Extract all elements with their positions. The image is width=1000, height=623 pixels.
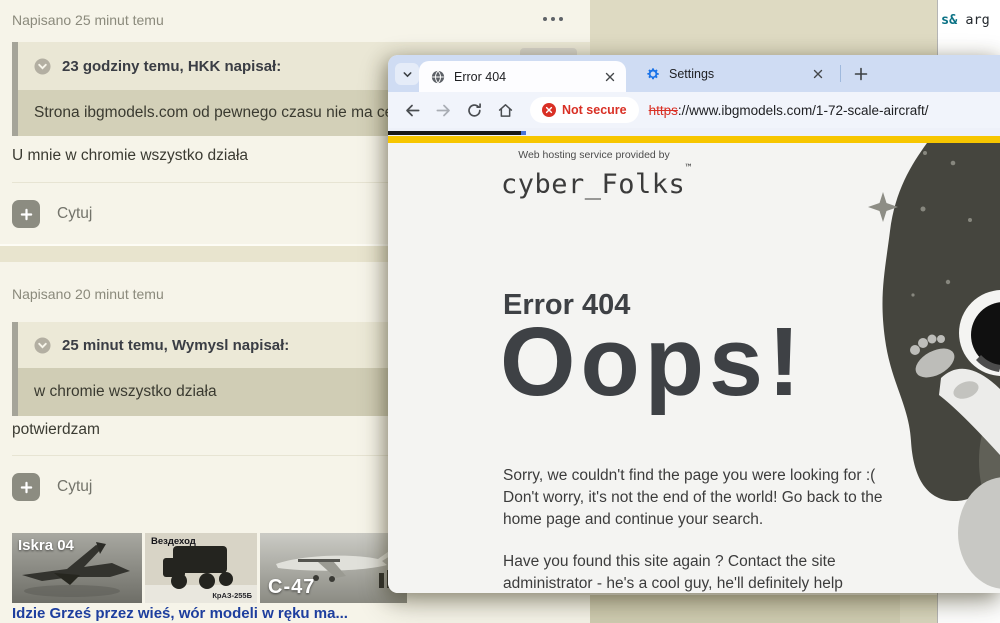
gallery-image-truck[interactable]: Вездеход КрАЗ-255Б — [145, 533, 257, 603]
plus-icon — [12, 473, 40, 501]
plus-icon — [12, 200, 40, 228]
brand-name: cyber_Folks — [501, 169, 685, 200]
quote-post-button[interactable]: Cytuj — [12, 200, 92, 228]
background-content-block — [590, 595, 900, 623]
quote-attribution: 23 godziny temu, HKK napisał: — [62, 58, 281, 75]
reload-button[interactable] — [461, 97, 487, 123]
tab-close-icon[interactable] — [809, 65, 826, 82]
post-timestamp: Napisano 25 minut temu — [12, 12, 164, 28]
brand-color-bar — [388, 136, 1000, 143]
tab-settings[interactable]: Settings — [634, 55, 834, 92]
quote-collapse-icon[interactable] — [34, 337, 51, 354]
error-paragraph: Have you found this site again ? Contact… — [503, 551, 895, 593]
post-reply-text: potwierdzam — [12, 421, 100, 439]
chevron-down-icon — [402, 69, 413, 80]
back-button[interactable] — [399, 97, 425, 123]
tab-error-404[interactable]: Error 404 — [419, 61, 626, 92]
quote-button-label: Cytuj — [57, 205, 92, 223]
cyberfolks-logo: cyber_Folks™ — [501, 163, 691, 200]
toolbar-substrip — [388, 128, 1000, 136]
new-tab-button[interactable] — [849, 62, 872, 85]
quote-text: w chromie wszystko działa — [34, 383, 217, 401]
signature-gallery: Iskra 04 Вездеход КрАЗ-255Б — [12, 533, 407, 603]
url-text[interactable]: https://www.ibgmodels.com/1-72-scale-air… — [649, 103, 929, 118]
globe-icon — [431, 70, 445, 84]
code-token: s& — [941, 12, 957, 28]
progress-bar-dark — [388, 131, 521, 135]
signature-topic-link[interactable]: Idzie Grześ przez wieś, wór modeli w ręk… — [12, 605, 348, 622]
post-timestamp: Napisano 20 minut temu — [12, 286, 164, 302]
screenshot-root: Napisano 25 minut temu 23 godziny temu, … — [0, 0, 1000, 623]
tab-title: Settings — [669, 67, 809, 81]
error-headline: Oops! — [500, 311, 805, 413]
gallery-image-c47[interactable]: C-47 — [260, 533, 407, 603]
browser-toolbar: Not secure https://www.ibgmodels.com/1-7… — [388, 92, 1000, 128]
background-content-block — [590, 0, 937, 55]
quote-collapse-icon[interactable] — [34, 58, 51, 75]
browser-window: Error 404 Settings — [388, 55, 1000, 593]
url-rest: ://www.ibgmodels.com/1-72-scale-aircraft… — [678, 103, 929, 118]
image-caption: КрАЗ-255Б — [212, 591, 252, 600]
tab-strip: Error 404 Settings — [388, 55, 1000, 92]
post-options-icon[interactable] — [543, 17, 563, 21]
background-content-block — [900, 595, 937, 623]
code-token: arg — [957, 12, 990, 28]
progress-bar-tip — [521, 131, 526, 135]
quote-text: Strona ibgmodels.com od pewnego czasu ni… — [34, 104, 448, 122]
tab-search-button[interactable] — [395, 63, 419, 85]
quote-button-label: Cytuj — [57, 478, 92, 496]
url-scheme: https — [649, 103, 678, 118]
image-caption: C-47 — [268, 576, 315, 599]
image-caption: Iskra 04 — [18, 537, 74, 554]
code-line: s& arg — [941, 12, 990, 28]
error-paragraph: Sorry, we couldn't find the page you wer… — [503, 465, 895, 531]
trademark-symbol: ™ — [685, 163, 691, 174]
home-button[interactable] — [492, 97, 518, 123]
image-caption: Вездеход — [151, 536, 196, 547]
omnibox[interactable]: Not secure https://www.ibgmodels.com/1-7… — [530, 97, 928, 123]
security-chip[interactable]: Not secure — [530, 97, 639, 123]
hosting-note: Web hosting service provided by — [503, 149, 685, 161]
not-secure-icon — [542, 103, 556, 117]
plus-icon — [854, 67, 868, 81]
gallery-image-iskra[interactable]: Iskra 04 — [12, 533, 142, 603]
post-reply-text: U mnie w chromie wszystko działa — [12, 147, 248, 165]
forward-button[interactable] — [430, 97, 456, 123]
tab-title: Error 404 — [454, 70, 601, 84]
gear-icon — [646, 67, 660, 81]
quote-attribution: 25 minut temu, Wymysl napisał: — [62, 337, 289, 354]
error-page: Web hosting service provided by cyber_Fo… — [388, 143, 1000, 593]
tab-divider — [840, 65, 841, 82]
tab-close-icon[interactable] — [601, 68, 618, 85]
security-chip-label: Not secure — [562, 103, 627, 117]
quote-post-button[interactable]: Cytuj — [12, 473, 92, 501]
